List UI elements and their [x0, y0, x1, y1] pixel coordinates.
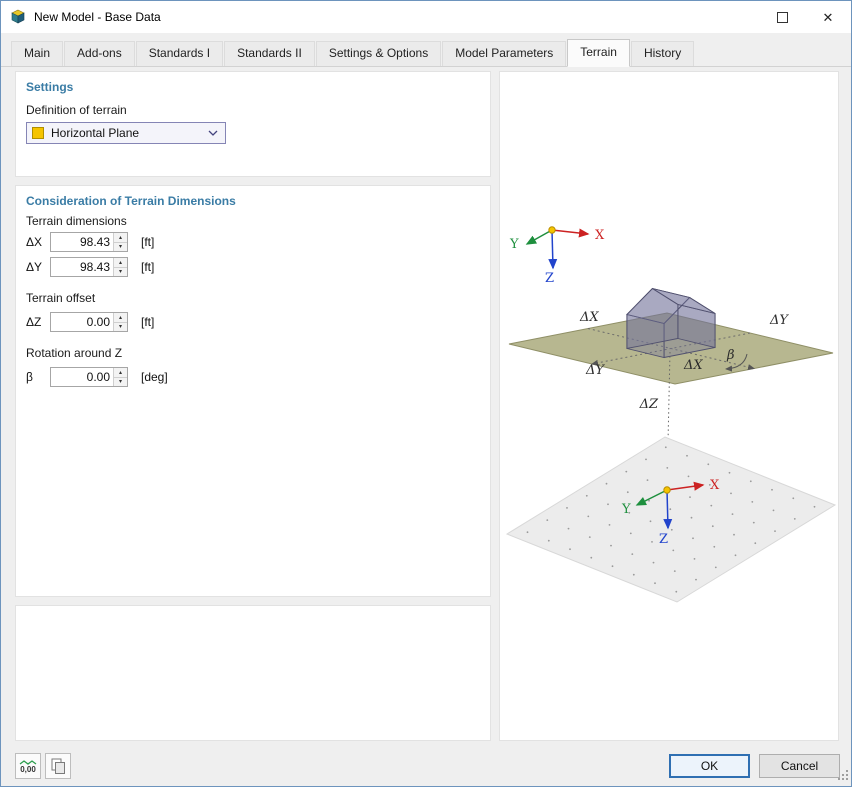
units-format-label: 0,00	[20, 766, 36, 774]
dz-label: ΔZ	[639, 397, 659, 412]
definition-of-terrain-label: Definition of terrain	[26, 103, 127, 117]
new-model-dialog: New Model - Base Data ✕ Main Add-ons Sta…	[0, 0, 852, 787]
origin-point	[549, 227, 555, 233]
dx-value: 98.43	[80, 234, 110, 250]
dx-row: ΔX 98.43 ▴ ▾ [ft]	[26, 232, 154, 252]
dx-upper-label: ΔX	[579, 310, 599, 325]
y-axis-label: Y	[621, 502, 631, 517]
settings-header: Settings	[26, 80, 73, 94]
dy-value: 98.43	[80, 259, 110, 275]
z-axis-arrow	[552, 230, 553, 268]
terrain-dimensions-group: Consideration of Terrain Dimensions Terr…	[15, 185, 491, 597]
dz-symbol: ΔZ	[26, 315, 50, 329]
settings-group: Settings Definition of terrain Horizonta…	[15, 71, 491, 177]
dimensions-header: Consideration of Terrain Dimensions	[26, 194, 236, 208]
tab-standards-2[interactable]: Standards II	[224, 41, 315, 66]
beta-row: β 0.00 ▴ ▾ [deg]	[26, 367, 168, 387]
spin-down-icon[interactable]: ▾	[114, 323, 127, 332]
dy-stepper: ▴ ▾	[113, 258, 127, 276]
lower-reference-plane	[507, 437, 835, 602]
y-axis-arrow	[527, 230, 552, 244]
origin-point	[664, 487, 670, 493]
x-axis-arrow	[552, 230, 588, 234]
tab-strip: Main Add-ons Standards I Standards II Se…	[1, 41, 851, 67]
beta-label: β	[726, 348, 735, 363]
copy-settings-button[interactable]	[45, 753, 71, 779]
cancel-button[interactable]: Cancel	[759, 754, 840, 778]
diagram-panel: ΔX ΔY ΔY ΔX β ΔZ X Y Z	[499, 71, 839, 741]
spin-up-icon[interactable]: ▴	[114, 313, 127, 323]
close-icon: ✕	[823, 11, 834, 24]
tab-add-ons[interactable]: Add-ons	[64, 41, 135, 66]
dy-unit: [ft]	[141, 260, 154, 274]
spin-up-icon[interactable]: ▴	[114, 233, 127, 243]
terrain-definition-dropdown[interactable]: Horizontal Plane	[26, 122, 226, 144]
spin-up-icon[interactable]: ▴	[114, 258, 127, 268]
tab-history[interactable]: History	[631, 41, 694, 66]
spin-down-icon[interactable]: ▾	[114, 268, 127, 277]
spin-down-icon[interactable]: ▾	[114, 243, 127, 252]
dx-unit: [ft]	[141, 235, 154, 249]
dz-unit: [ft]	[141, 315, 154, 329]
dy-symbol: ΔY	[26, 260, 50, 274]
dx-stepper: ▴ ▾	[113, 233, 127, 251]
beta-symbol: β	[26, 370, 50, 384]
empty-panel	[15, 605, 491, 741]
tab-model-parameters[interactable]: Model Parameters	[442, 41, 566, 66]
dy-upper-label: ΔY	[769, 313, 789, 328]
window-title: New Model - Base Data	[34, 10, 161, 24]
ok-button[interactable]: OK	[669, 754, 750, 778]
tab-settings-options[interactable]: Settings & Options	[316, 41, 441, 66]
maximize-button[interactable]	[759, 1, 805, 33]
terrain-dimensions-label: Terrain dimensions	[26, 214, 127, 228]
dz-row: ΔZ 0.00 ▴ ▾ [ft]	[26, 312, 154, 332]
house-model	[627, 289, 715, 358]
resize-grip[interactable]	[837, 769, 849, 784]
dz-input[interactable]: 0.00 ▴ ▾	[50, 312, 128, 332]
dy-lower-label: ΔY	[585, 363, 605, 378]
dx-symbol: ΔX	[26, 235, 50, 249]
spin-up-icon[interactable]: ▴	[114, 368, 127, 378]
beta-stepper: ▴ ▾	[113, 368, 127, 386]
copy-icon	[49, 757, 67, 775]
terrain-offset-label: Terrain offset	[26, 291, 95, 305]
z-axis-arrow	[667, 490, 668, 528]
x-axis-label: X	[595, 228, 605, 243]
beta-unit: [deg]	[141, 370, 168, 384]
title-bar: New Model - Base Data ✕	[1, 1, 851, 33]
z-axis-label: Z	[659, 532, 668, 547]
maximize-icon	[777, 12, 788, 23]
chevron-down-icon	[208, 130, 218, 136]
beta-value: 0.00	[87, 369, 110, 385]
app-icon	[10, 9, 26, 25]
x-axis-label: X	[710, 478, 720, 493]
global-axes-top: X Y Z	[509, 227, 605, 286]
beta-input[interactable]: 0.00 ▴ ▾	[50, 367, 128, 387]
close-button[interactable]: ✕	[805, 1, 851, 33]
dy-row: ΔY 98.43 ▴ ▾ [ft]	[26, 257, 154, 277]
dz-stepper: ▴ ▾	[113, 313, 127, 331]
rotation-around-z-label: Rotation around Z	[26, 346, 122, 360]
dy-input[interactable]: 98.43 ▴ ▾	[50, 257, 128, 277]
terrain-diagram: ΔX ΔY ΔY ΔX β ΔZ X Y Z	[500, 72, 838, 740]
units-format-button[interactable]: 0,00	[15, 753, 41, 779]
tab-standards-1[interactable]: Standards I	[136, 41, 223, 66]
spin-down-icon[interactable]: ▾	[114, 378, 127, 387]
tab-terrain[interactable]: Terrain	[567, 39, 630, 67]
y-axis-label: Y	[509, 237, 519, 252]
dx-lower-label: ΔX	[683, 358, 703, 373]
z-axis-label: Z	[545, 271, 554, 286]
dz-value: 0.00	[87, 314, 110, 330]
dx-input[interactable]: 98.43 ▴ ▾	[50, 232, 128, 252]
tab-main[interactable]: Main	[11, 41, 63, 66]
terrain-color-swatch	[32, 127, 44, 139]
terrain-definition-value: Horizontal Plane	[51, 126, 139, 140]
